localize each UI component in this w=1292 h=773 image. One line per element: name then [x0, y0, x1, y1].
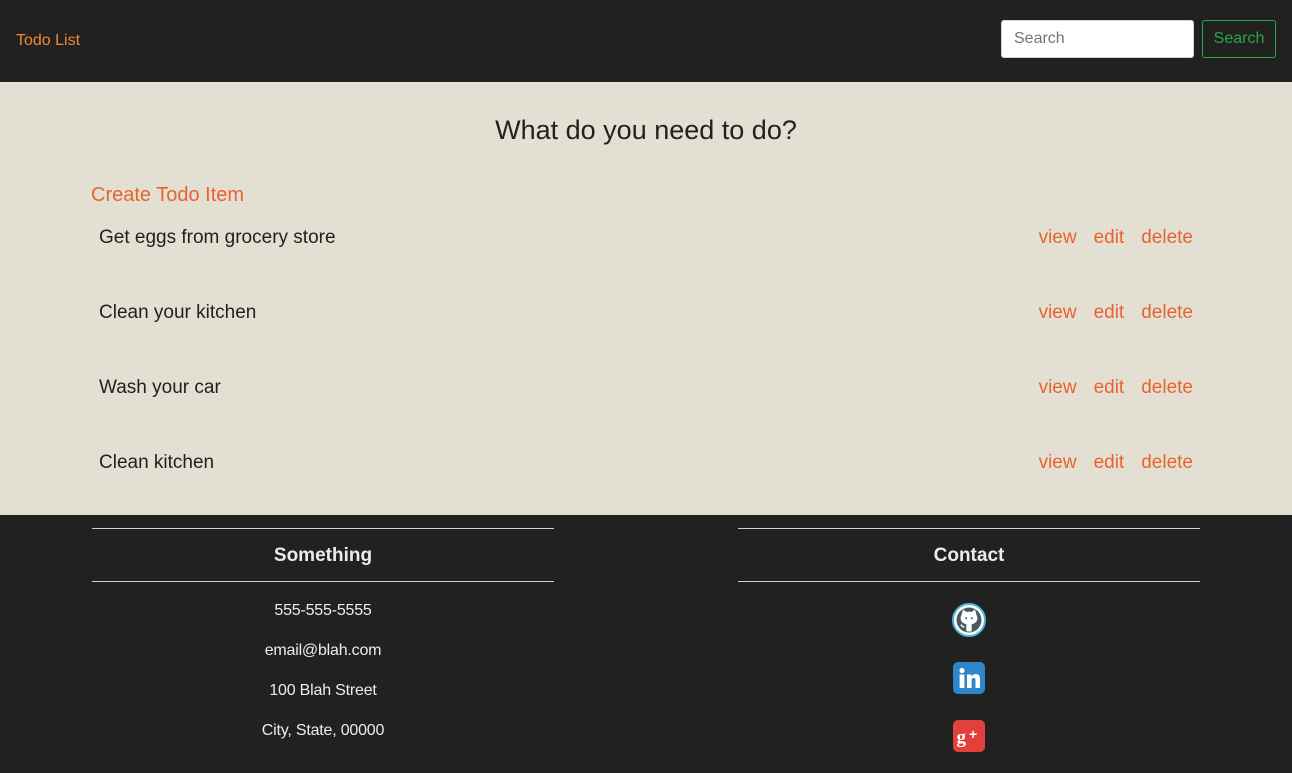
todo-item: Clean kitchen view edit delete: [99, 448, 1193, 478]
contact-details: 555-555-5555 email@blah.com 100 Blah Str…: [92, 582, 554, 751]
street-address: 100 Blah Street: [269, 682, 377, 699]
svg-text:g: g: [957, 727, 967, 748]
edit-link[interactable]: edit: [1094, 451, 1125, 475]
view-link[interactable]: view: [1039, 226, 1077, 250]
github-icon[interactable]: [952, 603, 986, 637]
todo-actions: view edit delete: [1039, 376, 1193, 400]
todo-text: Get eggs from grocery store: [99, 227, 336, 248]
delete-link[interactable]: delete: [1141, 451, 1193, 475]
delete-link[interactable]: delete: [1141, 226, 1193, 250]
todo-text: Clean your kitchen: [99, 302, 257, 323]
view-link[interactable]: view: [1039, 451, 1077, 475]
todo-item: Wash your car view edit delete: [99, 373, 1193, 403]
brand-link[interactable]: Todo List: [16, 30, 80, 52]
view-link[interactable]: view: [1039, 301, 1077, 325]
svg-text:+: +: [969, 726, 977, 742]
navbar: Todo List Search: [0, 0, 1292, 82]
footer-heading-something: Something: [92, 528, 554, 582]
todo-text: Clean kitchen: [99, 452, 215, 473]
footer-heading-contact: Contact: [738, 528, 1200, 582]
linkedin-icon[interactable]: [952, 661, 986, 695]
email-address: email@blah.com: [264, 642, 382, 659]
todo-actions: view edit delete: [1039, 301, 1193, 325]
main-content: What do you need to do? Create Todo Item…: [0, 82, 1292, 515]
social-links: g +: [738, 582, 1200, 762]
edit-link[interactable]: edit: [1094, 376, 1125, 400]
search-button[interactable]: Search: [1202, 20, 1276, 58]
search-input[interactable]: [1001, 20, 1194, 58]
todo-text: Wash your car: [99, 377, 221, 398]
view-link[interactable]: view: [1039, 376, 1077, 400]
google-plus-icon[interactable]: g +: [952, 719, 986, 753]
footer-contact-column: Contact g +: [738, 528, 1200, 762]
delete-link[interactable]: delete: [1141, 301, 1193, 325]
create-todo-link[interactable]: Create Todo Item: [91, 183, 244, 207]
todo-item: Get eggs from grocery store view edit de…: [99, 223, 1193, 253]
delete-link[interactable]: delete: [1141, 376, 1193, 400]
city-state-zip: City, State, 00000: [261, 722, 385, 739]
todo-actions: view edit delete: [1039, 451, 1193, 475]
footer: Something 555-555-5555 email@blah.com 10…: [0, 515, 1292, 773]
page-title: What do you need to do?: [495, 115, 797, 145]
footer-something-column: Something 555-555-5555 email@blah.com 10…: [92, 528, 554, 751]
todo-item: Clean your kitchen view edit delete: [99, 298, 1193, 328]
phone-number: 555-555-5555: [274, 602, 372, 619]
edit-link[interactable]: edit: [1094, 226, 1125, 250]
todo-actions: view edit delete: [1039, 226, 1193, 250]
edit-link[interactable]: edit: [1094, 301, 1125, 325]
